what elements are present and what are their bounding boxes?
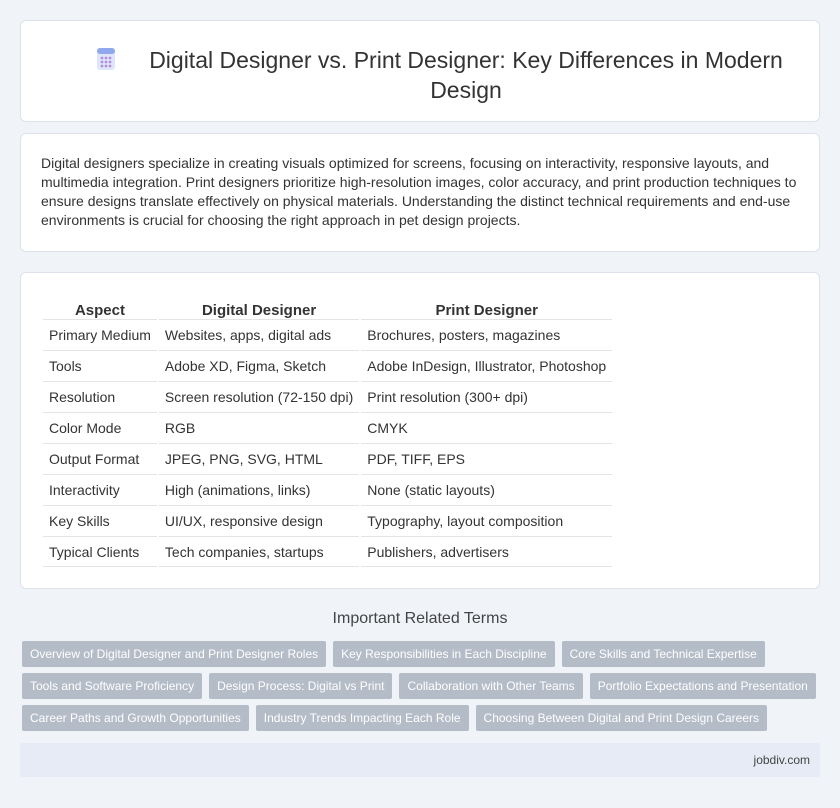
related-term-tag[interactable]: Collaboration with Other Teams — [399, 673, 583, 699]
related-term-tag[interactable]: Tools and Software Proficiency — [22, 673, 203, 699]
tag-row: Tools and Software Proficiency Design Pr… — [22, 673, 822, 699]
table-cell: None (static layouts) — [361, 474, 613, 505]
table-cell: Tech companies, startups — [158, 536, 360, 567]
comparison-table: Aspect Digital Designer Print Designer P… — [41, 295, 614, 567]
tag-row: Career Paths and Growth Opportunities In… — [22, 705, 822, 731]
related-term-tag[interactable]: Key Responsibilities in Each Discipline — [333, 641, 555, 667]
table-cell: Adobe InDesign, Illustrator, Photoshop — [361, 350, 613, 381]
related-term-tag[interactable]: Core Skills and Technical Expertise — [561, 641, 765, 667]
related-terms-heading: Important Related Terms — [332, 610, 508, 627]
table-cell: Brochures, posters, magazines — [361, 319, 613, 350]
table-row: Interactivity High (animations, links) N… — [43, 474, 613, 505]
table-row: Output Format JPEG, PNG, SVG, HTML PDF, … — [43, 443, 613, 474]
footer: jobdiv.com — [20, 743, 820, 777]
table-cell: JPEG, PNG, SVG, HTML — [158, 443, 360, 474]
table-cell: CMYK — [361, 412, 613, 443]
table-cell: Tools — [43, 350, 157, 381]
table-cell: PDF, TIFF, EPS — [361, 443, 613, 474]
footer-site-link[interactable]: jobdiv.com — [754, 753, 810, 767]
table-cell: Publishers, advertisers — [361, 536, 613, 567]
table-row: Primary Medium Websites, apps, digital a… — [43, 319, 613, 350]
related-term-tag[interactable]: Design Process: Digital vs Print — [209, 673, 393, 699]
column-header-digital: Digital Designer — [201, 302, 317, 319]
table-row: Resolution Screen resolution (72-150 dpi… — [43, 381, 613, 412]
table-row: Typical Clients Tech companies, startups… — [43, 536, 613, 567]
table-cell: Interactivity — [43, 474, 157, 505]
table-header-row: Aspect Digital Designer Print Designer — [43, 295, 612, 319]
column-header-aspect: Aspect — [74, 302, 125, 319]
table-cell: Screen resolution (72-150 dpi) — [158, 381, 360, 412]
related-term-tag[interactable]: Career Paths and Growth Opportunities — [22, 705, 249, 731]
table-cell: Primary Medium — [43, 319, 157, 350]
related-term-tag[interactable]: Overview of Digital Designer and Print D… — [22, 641, 327, 667]
related-term-tag[interactable]: Industry Trends Impacting Each Role — [255, 705, 469, 731]
table-cell: Typography, layout composition — [361, 505, 613, 536]
title-card: Digital Designer vs. Print Designer: Key… — [20, 20, 820, 122]
table-row: Color Mode RGB CMYK — [43, 412, 613, 443]
table-cell: UI/UX, responsive design — [158, 505, 360, 536]
table-cell: Typical Clients — [43, 536, 157, 567]
tag-row: Overview of Digital Designer and Print D… — [22, 641, 822, 667]
table-row: Key Skills UI/UX, responsive design Typo… — [43, 505, 613, 536]
related-term-tag[interactable]: Choosing Between Digital and Print Desig… — [475, 705, 768, 731]
comparison-card: Aspect Digital Designer Print Designer P… — [20, 272, 820, 589]
table-cell: RGB — [158, 412, 360, 443]
table-cell: Websites, apps, digital ads — [158, 319, 360, 350]
related-term-tag[interactable]: Portfolio Expectations and Presentation — [589, 673, 816, 699]
table-cell: Key Skills — [43, 505, 157, 536]
intro-card: Digital designers specialize in creating… — [20, 133, 820, 252]
table-row: Tools Adobe XD, Figma, Sketch Adobe InDe… — [43, 350, 613, 381]
table-cell: Print resolution (300+ dpi) — [361, 381, 613, 412]
table-cell: Adobe XD, Figma, Sketch — [158, 350, 360, 381]
page-title: Digital Designer vs. Print Designer: Key… — [149, 47, 783, 103]
table-cell: Resolution — [43, 381, 157, 412]
table-cell: High (animations, links) — [158, 474, 360, 505]
column-header-print: Print Designer — [435, 302, 538, 319]
intro-paragraph: Digital designers specialize in creating… — [41, 155, 797, 228]
calculator-icon — [97, 48, 115, 70]
table-cell: Output Format — [43, 443, 157, 474]
table-cell: Color Mode — [43, 412, 157, 443]
related-terms: Overview of Digital Designer and Print D… — [22, 641, 822, 737]
